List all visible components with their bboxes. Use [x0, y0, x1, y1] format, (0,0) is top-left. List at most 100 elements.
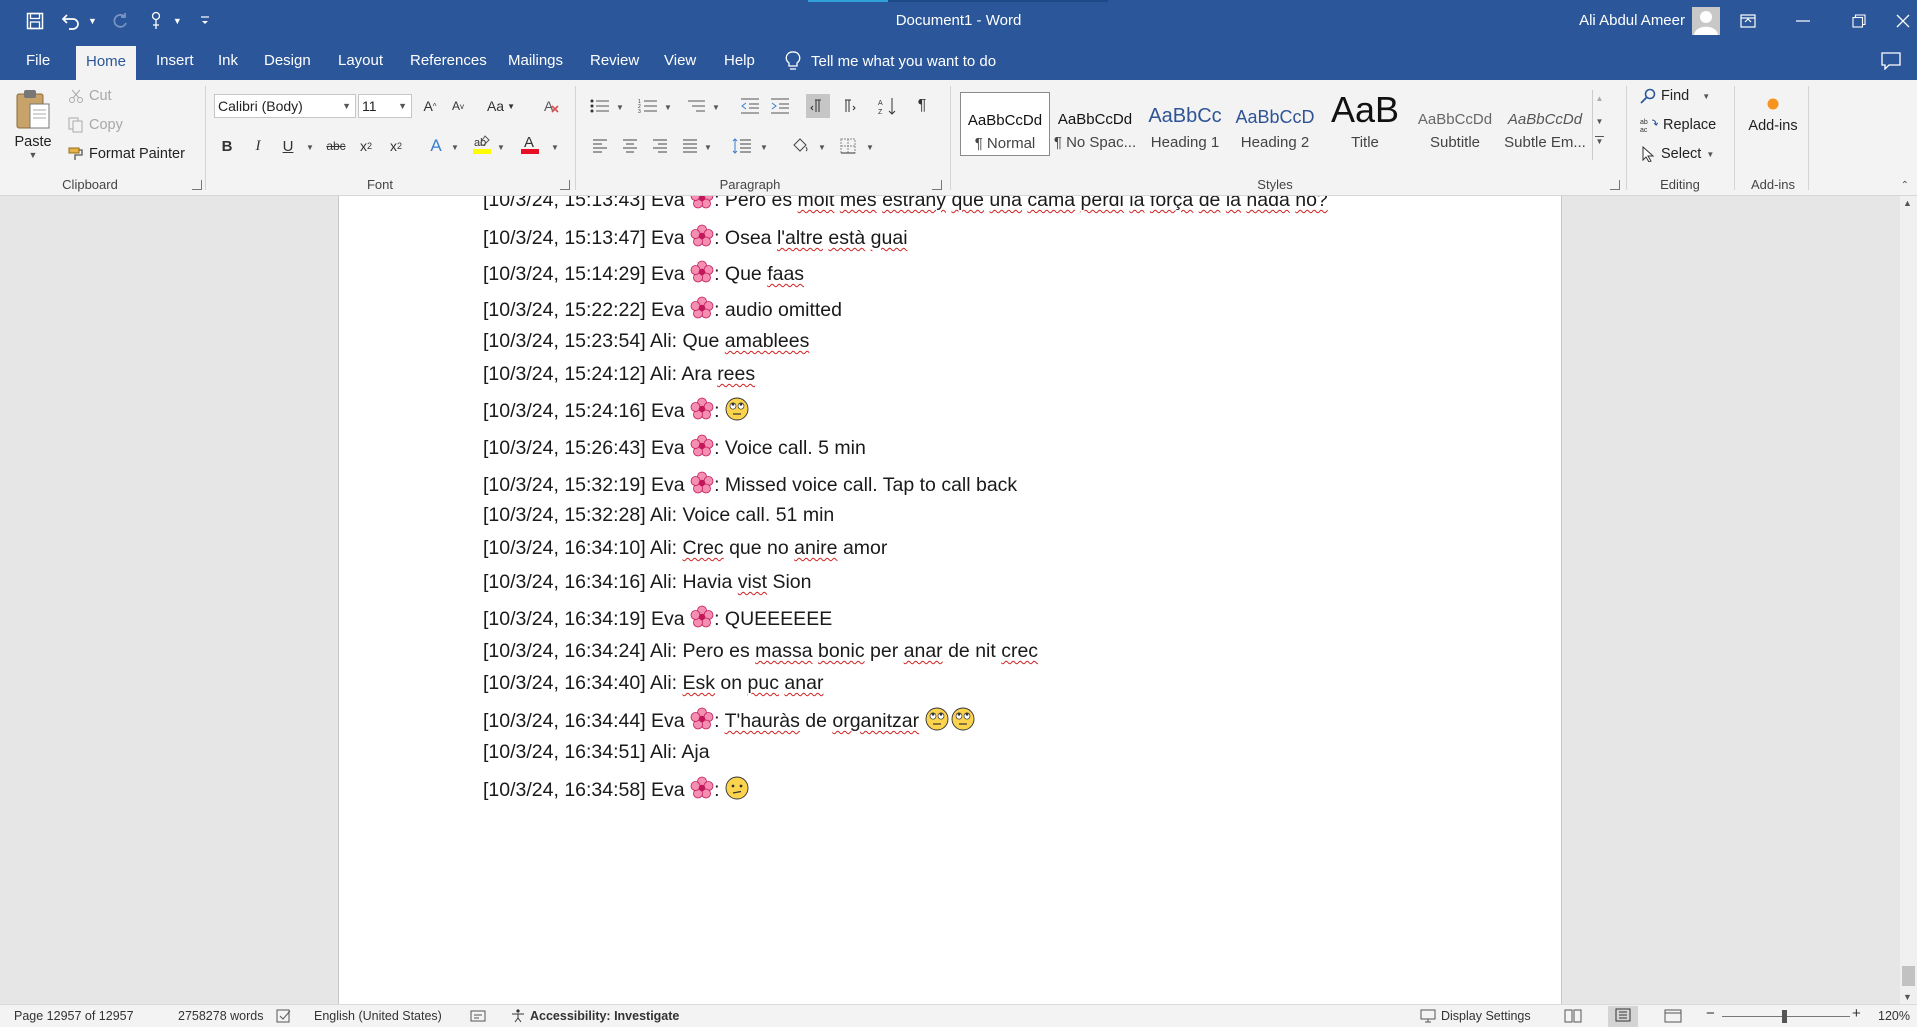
- justify-icon[interactable]: [678, 134, 702, 158]
- select-button[interactable]: Select ▼: [1640, 146, 1714, 162]
- chat-line[interactable]: [10/3/24, 15:14:29] Eva : Que faas: [483, 260, 804, 290]
- tab-ink[interactable]: Ink: [208, 42, 248, 80]
- clipboard-launcher-icon[interactable]: [192, 180, 202, 190]
- chat-line[interactable]: [10/3/24, 15:13:43] Eva : Pero es molt m…: [483, 196, 1328, 216]
- styles-more-icon[interactable]: ▼: [1595, 136, 1604, 146]
- line-spacing-dropdown-icon[interactable]: ▼: [760, 143, 768, 152]
- misspelled-word[interactable]: crec: [1001, 640, 1038, 662]
- style-normal[interactable]: AaBbCcDd ¶ Normal: [960, 92, 1050, 156]
- font-size-dropdown-icon[interactable]: ▼: [398, 95, 407, 117]
- chat-line[interactable]: [10/3/24, 16:34:58] Eva :: [483, 776, 751, 806]
- tab-file[interactable]: File: [16, 42, 60, 80]
- tab-design[interactable]: Design: [254, 42, 321, 80]
- misspelled-word[interactable]: l'altre: [777, 227, 823, 249]
- highlight-color-icon[interactable]: ab: [470, 132, 494, 156]
- grow-font-icon[interactable]: A ^: [418, 94, 442, 118]
- chat-line[interactable]: [10/3/24, 15:24:16] Eva :: [483, 397, 751, 427]
- highlight-dropdown-icon[interactable]: ▼: [497, 143, 505, 152]
- tab-layout[interactable]: Layout: [328, 42, 393, 80]
- document-page[interactable]: [10/3/24, 15:13:43] Eva : Pero es molt m…: [338, 196, 1562, 1004]
- chat-line[interactable]: [10/3/24, 15:26:43] Eva : Voice call. 5 …: [483, 434, 866, 464]
- style-heading-2[interactable]: AaBbCcD Heading 2: [1230, 92, 1320, 156]
- bullets-icon[interactable]: [588, 94, 612, 118]
- multilevel-list-icon[interactable]: [684, 94, 708, 118]
- misspelled-word[interactable]: molt: [798, 196, 835, 211]
- misspelled-word[interactable]: guai: [871, 227, 908, 249]
- change-case-dropdown-icon[interactable]: ▼: [507, 102, 515, 111]
- select-dropdown-icon[interactable]: ▼: [1706, 150, 1714, 159]
- display-settings[interactable]: Display Settings: [1420, 1009, 1531, 1023]
- left-to-right-icon[interactable]: [806, 94, 830, 118]
- styles-gallery-scroll[interactable]: ▲ ▼ ▼: [1592, 90, 1606, 160]
- chat-line[interactable]: [10/3/24, 16:34:10] Ali: Crec que no ani…: [483, 537, 887, 560]
- copy-button[interactable]: Copy: [68, 117, 123, 133]
- chat-line[interactable]: [10/3/24, 15:13:47] Eva : Osea l'altre e…: [483, 224, 908, 254]
- paste-dropdown-icon[interactable]: ▼: [29, 150, 38, 160]
- chat-line[interactable]: [10/3/24, 15:32:28] Ali: Voice call. 51 …: [483, 504, 834, 527]
- font-color-dropdown-icon[interactable]: ▼: [551, 143, 559, 152]
- numbering-dropdown-icon[interactable]: ▼: [664, 103, 672, 112]
- print-layout-icon[interactable]: [1608, 1006, 1638, 1027]
- chat-line[interactable]: [10/3/24, 16:34:44] Eva : T'hauràs de or…: [483, 707, 977, 737]
- change-case-button[interactable]: Aa ▼: [486, 94, 516, 118]
- misspelled-word[interactable]: anire: [794, 537, 837, 559]
- misspelled-word[interactable]: rees: [717, 363, 755, 385]
- chat-line[interactable]: [10/3/24, 15:22:22] Eva : audio omitted: [483, 296, 842, 326]
- misspelled-word[interactable]: massa: [755, 640, 812, 662]
- misspelled-word[interactable]: perdi: [1081, 196, 1124, 211]
- multilevel-dropdown-icon[interactable]: ▼: [712, 103, 720, 112]
- text-effects-dropdown-icon[interactable]: ▼: [451, 143, 459, 152]
- borders-icon[interactable]: [836, 134, 860, 158]
- align-left-icon[interactable]: [588, 134, 612, 158]
- font-launcher-icon[interactable]: [560, 180, 570, 190]
- bold-icon[interactable]: B: [215, 134, 239, 158]
- chat-line[interactable]: [10/3/24, 16:34:16] Ali: Havia vist Sion: [483, 571, 811, 594]
- misspelled-word[interactable]: anar: [904, 640, 943, 662]
- right-to-left-icon[interactable]: [836, 94, 860, 118]
- macro-recording-icon[interactable]: [470, 1009, 486, 1026]
- vertical-scrollbar[interactable]: ▲ ▼: [1900, 196, 1917, 1004]
- scroll-up-icon[interactable]: ▲: [1903, 198, 1912, 208]
- decrease-indent-icon[interactable]: [738, 94, 762, 118]
- tab-help[interactable]: Help: [714, 42, 765, 80]
- paragraph-launcher-icon[interactable]: [932, 180, 942, 190]
- increase-indent-icon[interactable]: [768, 94, 792, 118]
- font-name-dropdown-icon[interactable]: ▼: [342, 95, 351, 117]
- sort-icon[interactable]: AZ: [876, 94, 900, 118]
- tab-view[interactable]: View: [654, 42, 706, 80]
- scroll-down-icon[interactable]: ▼: [1903, 992, 1912, 1002]
- zoom-level[interactable]: 120%: [1878, 1009, 1910, 1023]
- misspelled-word[interactable]: cama: [1027, 196, 1075, 211]
- tab-home[interactable]: Home: [76, 46, 137, 80]
- misspelled-word[interactable]: vist: [738, 571, 767, 593]
- misspelled-word[interactable]: de: [1199, 196, 1221, 211]
- add-ins-button[interactable]: Add-ins: [1744, 96, 1802, 134]
- font-color-icon[interactable]: A: [518, 132, 542, 156]
- style-subtitle[interactable]: AaBbCcDd Subtitle: [1410, 92, 1500, 156]
- chat-line[interactable]: [10/3/24, 16:34:51] Ali: Aja: [483, 741, 710, 764]
- shrink-font-icon[interactable]: Av: [446, 94, 470, 118]
- misspelled-word[interactable]: la: [1129, 196, 1144, 211]
- borders-dropdown-icon[interactable]: ▼: [866, 143, 874, 152]
- superscript-icon[interactable]: x2: [384, 134, 408, 158]
- misspelled-word[interactable]: no?: [1295, 196, 1328, 211]
- misspelled-word[interactable]: una: [989, 196, 1022, 211]
- chat-line[interactable]: [10/3/24, 15:23:54] Ali: Que amablees: [483, 330, 809, 353]
- misspelled-word[interactable]: estrany: [882, 196, 946, 211]
- misspelled-word[interactable]: nada: [1246, 196, 1289, 211]
- format-painter-button[interactable]: Format Painter: [68, 146, 185, 162]
- font-name-box[interactable]: Calibri (Body) ▼: [214, 94, 356, 118]
- misspelled-word[interactable]: amablees: [725, 330, 810, 352]
- minimize-icon[interactable]: [1775, 0, 1831, 42]
- zoom-in-icon[interactable]: +: [1852, 1005, 1861, 1022]
- clear-formatting-icon[interactable]: A: [540, 94, 564, 118]
- line-spacing-icon[interactable]: [730, 134, 754, 158]
- avatar[interactable]: [1692, 7, 1720, 35]
- style-no-spacing[interactable]: AaBbCcDd ¶ No Spac...: [1050, 92, 1140, 156]
- style-title[interactable]: AaB Title: [1320, 92, 1410, 156]
- language[interactable]: English (United States): [314, 1009, 442, 1023]
- tab-review[interactable]: Review: [580, 42, 649, 80]
- chat-line[interactable]: [10/3/24, 16:34:24] Ali: Pero es massa b…: [483, 640, 1038, 663]
- tell-me-search[interactable]: Tell me what you want to do: [785, 42, 996, 80]
- accessibility-checker[interactable]: Accessibility: Investigate: [510, 1009, 679, 1023]
